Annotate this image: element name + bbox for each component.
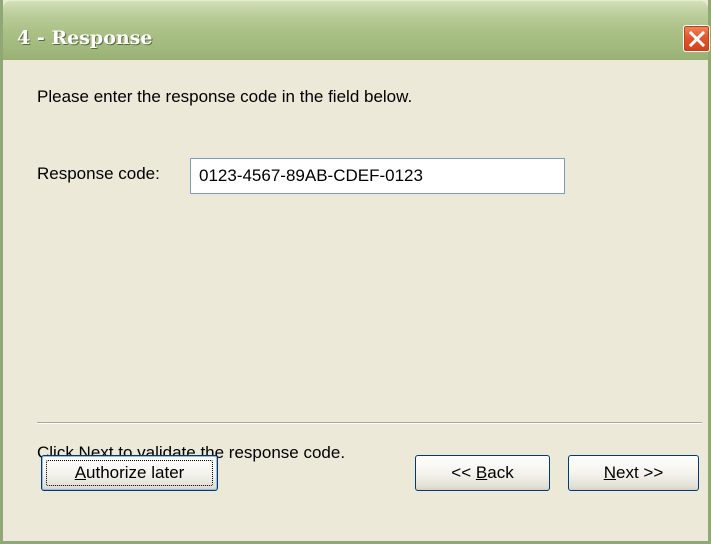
back-label: ack [487, 463, 514, 482]
response-code-input[interactable] [190, 158, 565, 194]
focus-rectangle [46, 460, 213, 486]
next-button[interactable]: Next >> [568, 455, 699, 491]
back-mnemonic: B [475, 463, 488, 482]
authorize-later-button[interactable]: Authorize later [41, 455, 218, 491]
dialog-body: Please enter the response code in the fi… [3, 60, 708, 541]
back-prefix: << [451, 463, 476, 482]
back-button[interactable]: << Back [415, 455, 550, 491]
divider [37, 422, 702, 424]
close-icon [689, 31, 705, 47]
next-mnemonic: N [603, 463, 616, 482]
next-label: ext >> [616, 463, 664, 482]
instruction-text: Please enter the response code in the fi… [37, 87, 413, 106]
response-code-label: Response code: [37, 164, 160, 183]
window-title: 4 - Response [17, 27, 153, 49]
dialog-window: 4 - Response Please enter the response c… [0, 0, 711, 544]
title-bar[interactable]: 4 - Response [3, 0, 710, 60]
close-button[interactable] [683, 25, 710, 52]
